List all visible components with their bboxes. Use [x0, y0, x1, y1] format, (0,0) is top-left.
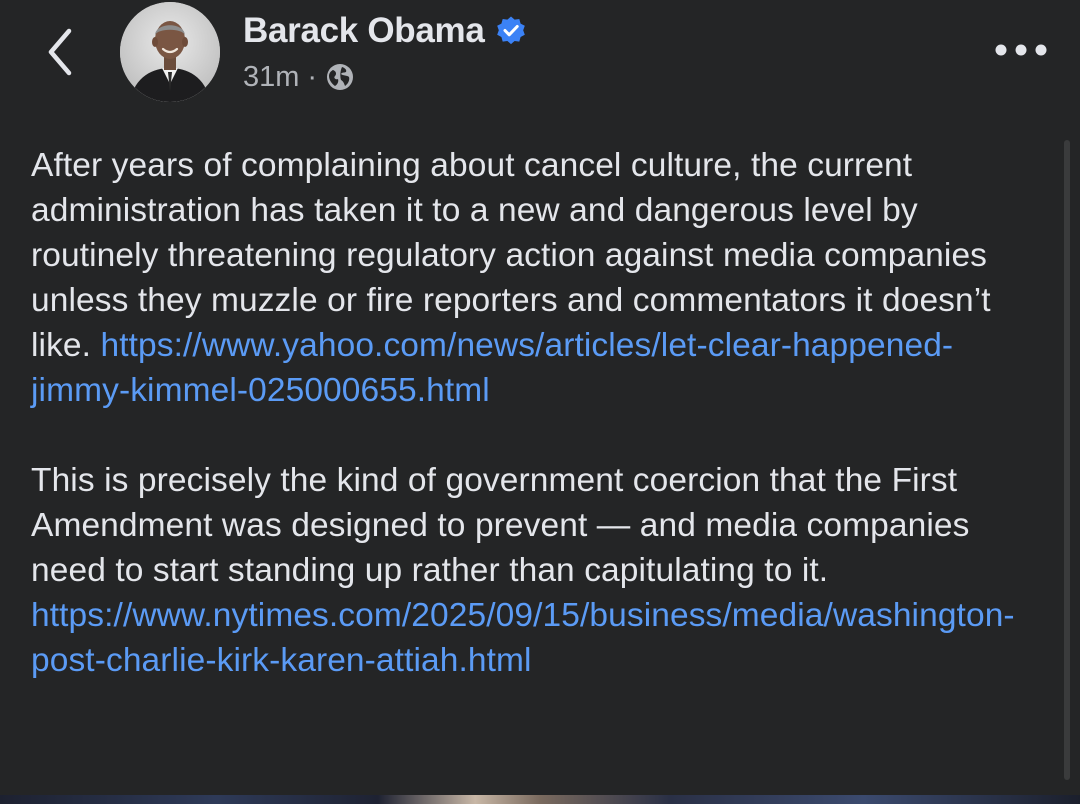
globe-icon[interactable] [325, 62, 355, 92]
post-paragraph-1: After years of complaining about cancel … [31, 143, 1051, 413]
meta-separator: · [307, 60, 318, 93]
post-link-yahoo[interactable]: https://www.yahoo.com/news/articles/let-… [31, 327, 953, 409]
scrollbar[interactable] [1064, 140, 1070, 780]
post-link-nytimes[interactable]: https://www.nytimes.com/2025/09/15/busin… [31, 597, 1015, 679]
profile-photo [120, 2, 220, 102]
post-meta: 31m · [243, 57, 355, 97]
post-screen: Barack Obama 31m · After years of compla… [0, 0, 1080, 804]
post-paragraph-2: This is precisely the kind of government… [31, 458, 1051, 683]
post-timestamp[interactable]: 31m [243, 61, 299, 94]
author-name[interactable]: Barack Obama [243, 11, 485, 51]
post-media-preview[interactable] [0, 795, 1080, 804]
post-text-2: This is precisely the kind of government… [31, 462, 970, 589]
chevron-left-icon [48, 28, 72, 76]
more-options-icon [995, 44, 1047, 56]
author-row: Barack Obama [243, 8, 527, 54]
post-header: Barack Obama 31m · [0, 0, 1080, 118]
avatar[interactable] [120, 2, 220, 102]
back-button[interactable] [38, 22, 82, 82]
verified-badge-icon [496, 16, 525, 45]
post-body: After years of complaining about cancel … [31, 143, 1051, 683]
more-options-button[interactable] [994, 30, 1048, 70]
